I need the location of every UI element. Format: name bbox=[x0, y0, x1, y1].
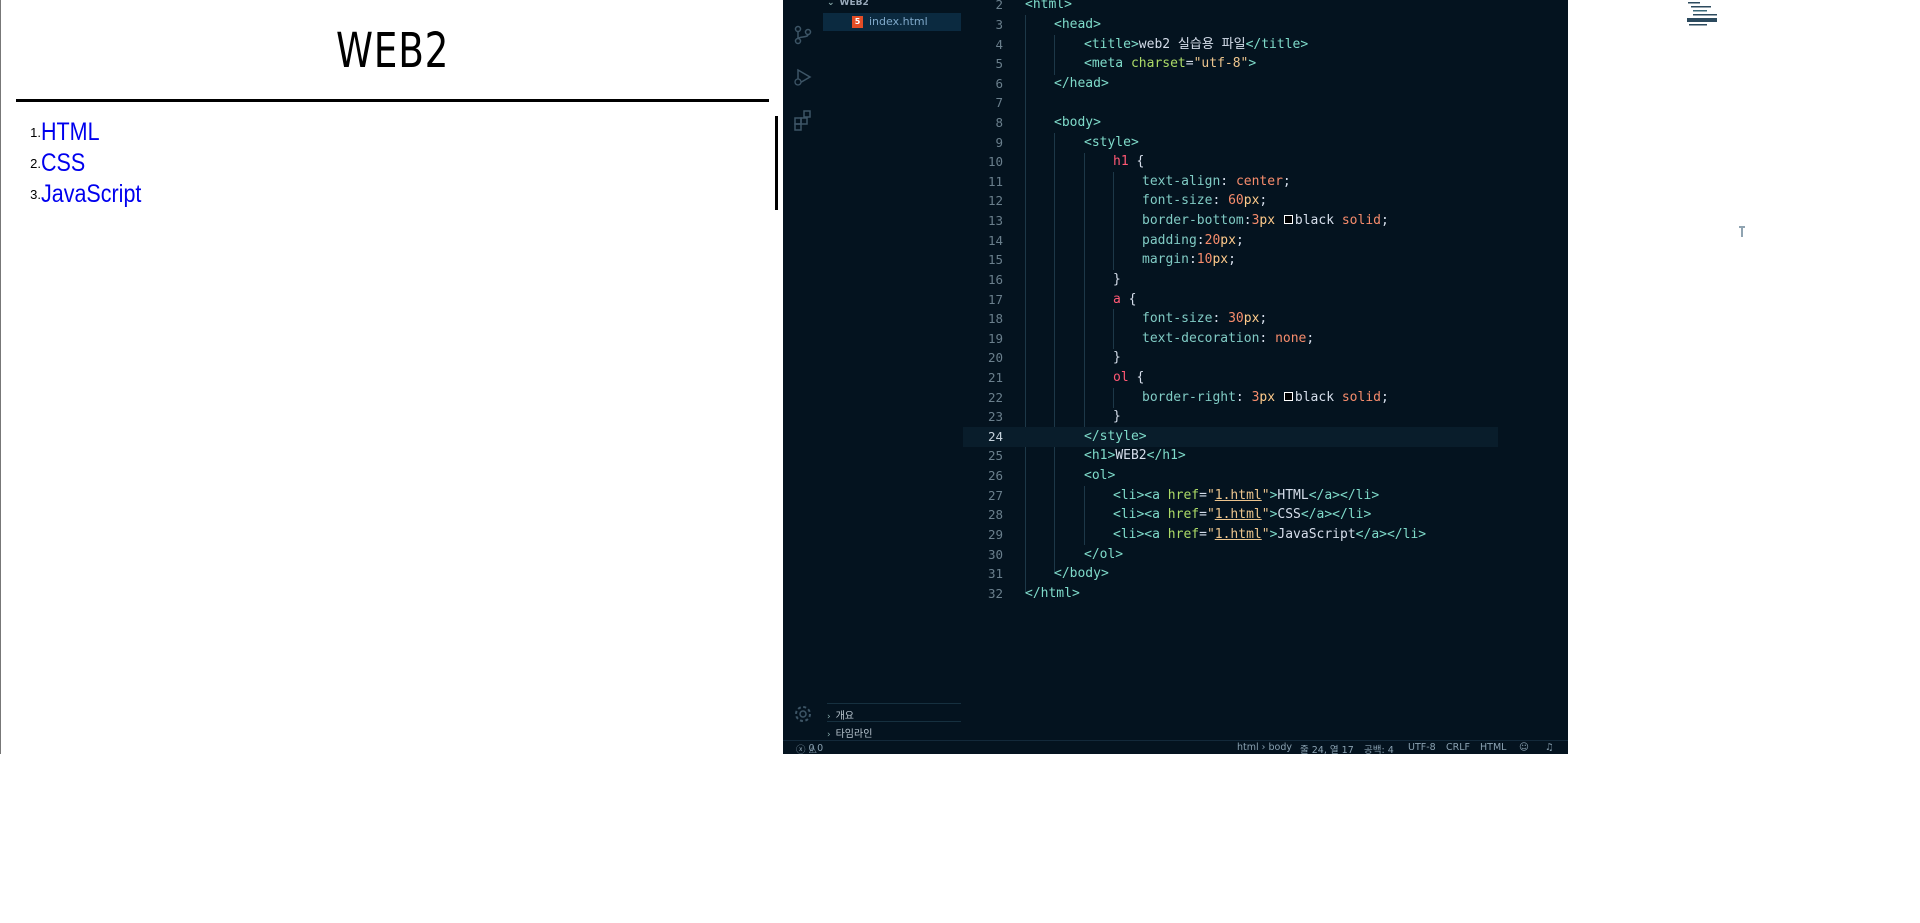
code-line: 19 text-decoration: none; bbox=[987, 331, 1315, 346]
chevron-right-icon: › bbox=[827, 730, 831, 740]
source-control-icon[interactable] bbox=[792, 24, 814, 46]
code-line: 31 </body> bbox=[987, 566, 1109, 581]
code-line: 5 <meta charset="utf-8"> bbox=[995, 56, 1257, 71]
list-item: 1.HTML bbox=[30, 117, 100, 148]
activity-bar bbox=[783, 0, 823, 740]
code-line: 13 border-bottom:3px black solid; bbox=[987, 213, 1389, 228]
chevron-down-icon: ⌄ bbox=[827, 0, 835, 8]
code-line: 8 <body> bbox=[995, 115, 1101, 130]
html5-file-icon: 5 bbox=[852, 16, 863, 28]
explorer-sidebar: ⌄ WEB2 5 index.html › 개요 › 타임라인 bbox=[823, 0, 963, 740]
code-line: 26 <ol> bbox=[987, 468, 1116, 483]
code-line: 17 a { bbox=[987, 292, 1137, 307]
list-item: 2.CSS bbox=[30, 148, 86, 179]
current-code-line: 24 </style> bbox=[963, 427, 1498, 447]
code-line: 11 text-align: center; bbox=[987, 174, 1291, 189]
eol-setting[interactable]: CRLF bbox=[1446, 742, 1470, 753]
code-line: 7 bbox=[995, 95, 1003, 110]
link-css[interactable]: CSS bbox=[41, 148, 85, 179]
editor-pane[interactable]: 2 <html> 3 <head> 4 <title>web2 실습용 파일</tit… bbox=[963, 0, 1745, 740]
feedback-icon[interactable]: ☺ bbox=[1519, 742, 1529, 753]
code-line: 21 ol { bbox=[987, 370, 1145, 385]
cursor-position-marker bbox=[1739, 226, 1745, 237]
link-javascript[interactable]: JavaScript bbox=[41, 179, 141, 210]
outline-section[interactable]: › 개요 bbox=[827, 703, 961, 722]
minimap[interactable] bbox=[1683, 0, 1743, 40]
code-line: 27 <li><a href="1.html">HTML</a></li> bbox=[987, 488, 1380, 503]
problems-indicator[interactable]: ⓧ 0 ⚠ 0 bbox=[796, 742, 823, 756]
notifications-bell-icon[interactable]: ♫ bbox=[1545, 742, 1554, 753]
status-bar: ⓧ 0 ⚠ 0 html › body 줄 24, 열 17 공백: 4 UTF… bbox=[783, 740, 1568, 756]
code-line: 15 margin:10px; bbox=[987, 252, 1236, 267]
settings-gear-icon[interactable] bbox=[792, 703, 814, 725]
timeline-section[interactable]: › 타임라인 bbox=[827, 721, 961, 740]
color-swatch[interactable] bbox=[1283, 392, 1293, 401]
encoding-setting[interactable]: UTF-8 bbox=[1408, 742, 1436, 753]
explorer-file-index[interactable]: 5 index.html bbox=[823, 13, 961, 31]
code-line: 9 <style> bbox=[995, 135, 1139, 150]
list-item: 3.JavaScript bbox=[30, 179, 142, 210]
breadcrumb[interactable]: html › body bbox=[1237, 742, 1292, 753]
code-line: 12 font-size: 60px; bbox=[987, 193, 1268, 208]
run-debug-icon[interactable] bbox=[792, 66, 814, 88]
code-line: 28 <li><a href="1.html">CSS</a></li> bbox=[987, 507, 1372, 522]
code-editor-window: ⌄ WEB2 5 index.html › 개요 › 타임라인 2 <html> 3 <h… bbox=[783, 0, 1745, 756]
code-line: 30 </ol> bbox=[987, 547, 1124, 562]
code-line: 32 </html> bbox=[987, 586, 1080, 601]
browser-preview: WEB2 1.HTML 2.CSS 3.JavaScript bbox=[0, 0, 783, 754]
explorer-folder[interactable]: ⌄ WEB2 bbox=[827, 0, 869, 8]
cursor-position[interactable]: 줄 24, 열 17 bbox=[1300, 742, 1354, 756]
code-line: 2 <html> bbox=[995, 0, 1072, 12]
code-line: 22 border-right: 3px black solid; bbox=[987, 390, 1389, 405]
color-swatch[interactable] bbox=[1283, 215, 1293, 224]
link-html[interactable]: HTML bbox=[41, 117, 100, 148]
indentation-setting[interactable]: 공백: 4 bbox=[1364, 742, 1394, 756]
code-line: 18 font-size: 30px; bbox=[987, 311, 1268, 326]
language-mode[interactable]: HTML bbox=[1480, 742, 1506, 753]
code-line: 6 </head> bbox=[995, 76, 1109, 91]
code-line: 25 <h1>WEB2</h1> bbox=[987, 448, 1186, 463]
code-line: 23} bbox=[987, 409, 1121, 424]
code-line: 3 <head> bbox=[995, 17, 1101, 32]
code-line: 10 h1 { bbox=[987, 154, 1145, 169]
page-heading: WEB2 bbox=[16, 0, 769, 102]
code-line: 14 padding:20px; bbox=[987, 233, 1244, 248]
code-line: 4 <title>web2 실습용 파일</title> bbox=[995, 37, 1309, 52]
code-line: 20} bbox=[987, 350, 1121, 365]
extensions-icon[interactable] bbox=[792, 109, 814, 131]
code-line: 16} bbox=[987, 272, 1121, 287]
code-line: 29 <li><a href="1.html">JavaScript</a></l… bbox=[987, 527, 1427, 542]
link-list: 1.HTML 2.CSS 3.JavaScript bbox=[16, 116, 778, 210]
